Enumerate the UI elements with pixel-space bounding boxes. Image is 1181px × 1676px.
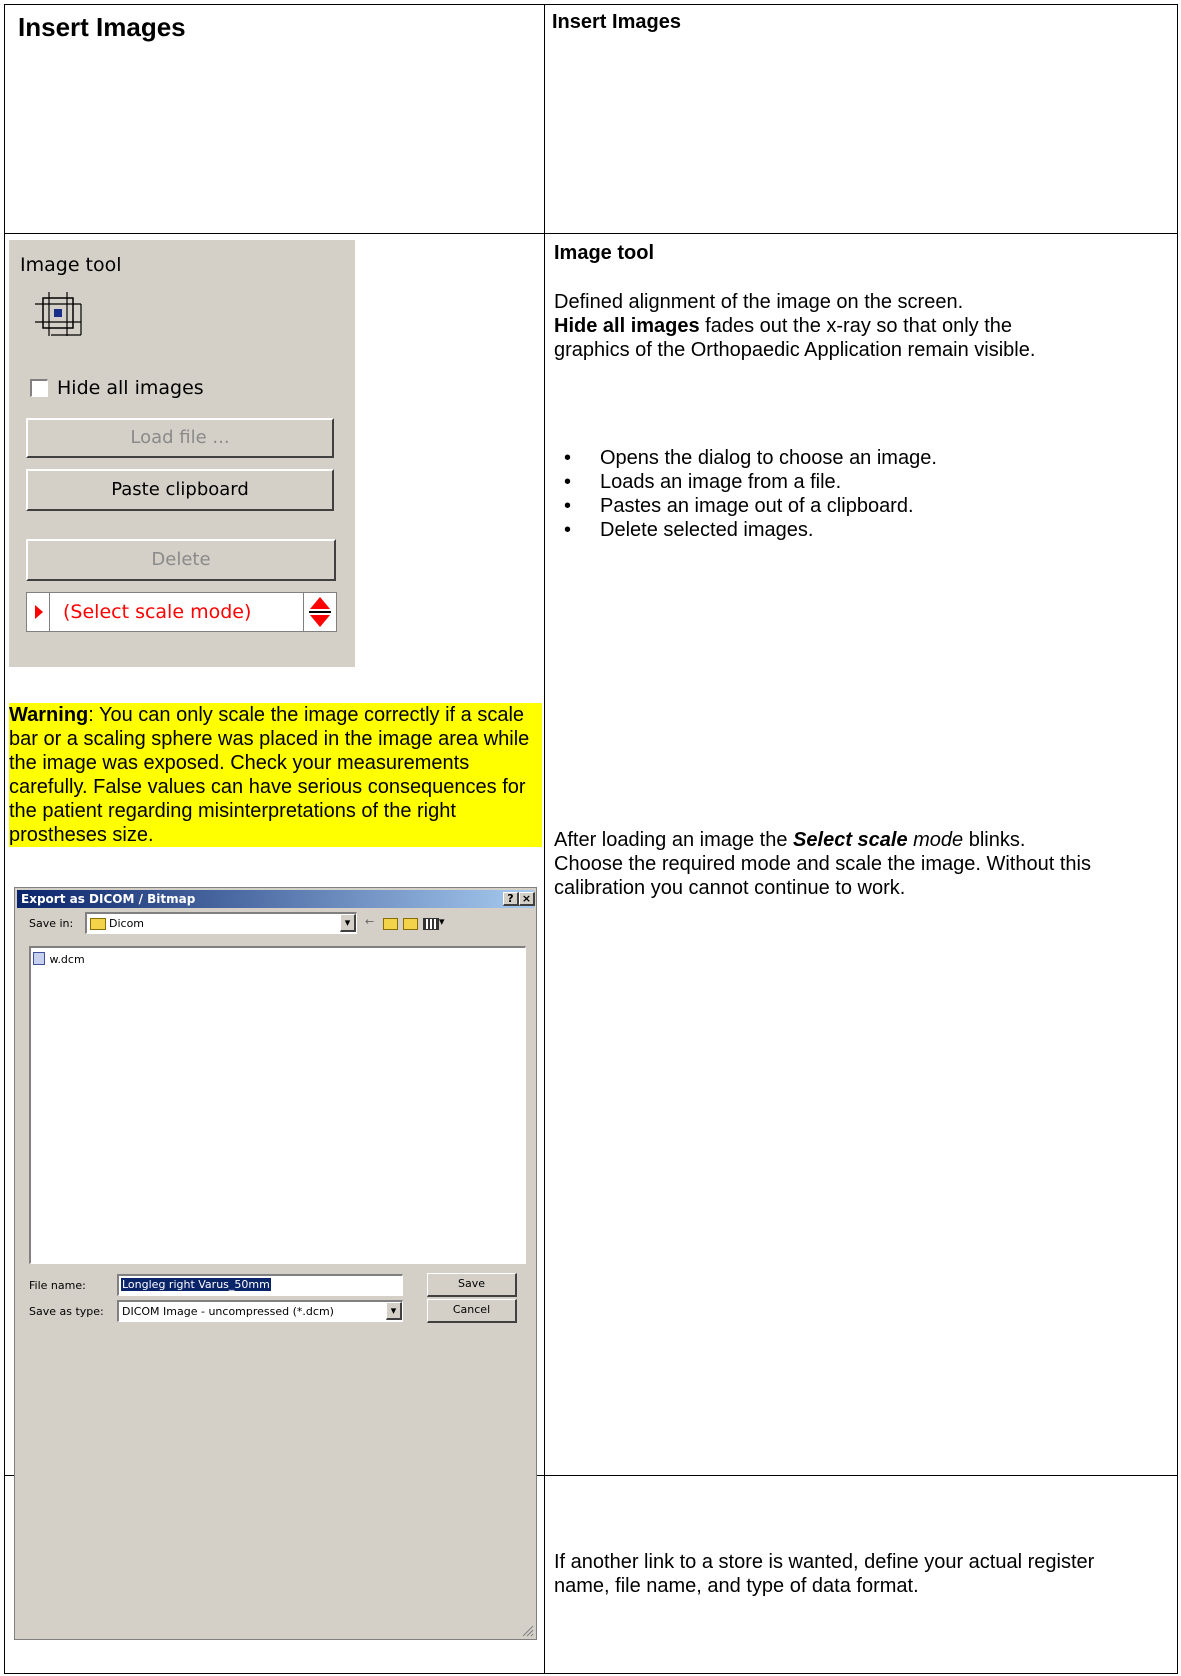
warning-label: Warning: [9, 704, 89, 726]
warning-note: Warning: You can only scale the image co…: [9, 703, 542, 847]
blinks-text: blinks.: [963, 829, 1026, 851]
storage-link-text: If another link to a store is wanted, de…: [554, 1551, 1095, 1597]
image-tool-title: Image tool: [20, 254, 122, 276]
export-dialog: Export as DICOM / Bitmap ? × Save in: Di…: [14, 887, 537, 1640]
scale-mode-label: (Select scale mode): [63, 601, 252, 623]
cancel-button[interactable]: Cancel: [427, 1299, 517, 1323]
dialog-title: Export as DICOM / Bitmap: [21, 892, 196, 906]
list-item: Pastes an image out of a clipboard.: [554, 494, 1074, 518]
warning-text: : You can only scale the image correctly…: [9, 704, 530, 846]
save-in-dropdown[interactable]: Dicom ▾: [85, 912, 357, 934]
delete-button[interactable]: Delete: [26, 539, 336, 581]
save-in-dropdown-arrow-icon[interactable]: ▾: [340, 914, 356, 932]
save-as-type-arrow-icon[interactable]: ▾: [386, 1302, 402, 1320]
scale-mode-spinner-icon[interactable]: [303, 593, 336, 631]
calibration-text: Choose the required mode and scale the i…: [554, 853, 1091, 899]
file-name-input[interactable]: Longleg right Varus_50mm: [117, 1274, 403, 1296]
save-as-type-label: Save as type:: [29, 1305, 104, 1318]
back-arrow-icon[interactable]: ←: [365, 915, 374, 928]
help-title-button[interactable]: ?: [503, 892, 519, 906]
view-menu-icon[interactable]: [423, 918, 439, 930]
load-file-button[interactable]: Load file ...: [26, 418, 334, 458]
folder-icon: [90, 918, 106, 930]
hide-all-images-checkbox[interactable]: [30, 379, 48, 397]
select-scale-term: Select scale: [793, 829, 908, 851]
save-as-type-dropdown[interactable]: DICOM Image - uncompressed (*.dcm) ▾: [117, 1300, 403, 1322]
scale-mode-description: After loading an image the Select scale …: [554, 828, 1114, 900]
list-item: Delete selected images.: [554, 518, 1074, 542]
file-item[interactable]: w.dcm: [33, 950, 85, 968]
file-name-label: File name:: [29, 1279, 86, 1292]
image-alignment-icon[interactable]: [33, 290, 85, 340]
file-list[interactable]: w.dcm: [29, 946, 526, 1264]
image-tool-heading: Image tool: [554, 242, 655, 264]
tool-function-list: Opens the dialog to choose an image. Loa…: [554, 446, 1074, 542]
image-tool-description: Defined alignment of the image on the sc…: [554, 290, 1069, 362]
after-loading-text: After loading an image the: [554, 829, 794, 851]
left-section-title: Insert Images: [18, 12, 186, 42]
save-as-type-value: DICOM Image - uncompressed (*.dcm): [122, 1305, 334, 1318]
dialog-titlebar: Export as DICOM / Bitmap: [17, 890, 534, 908]
paste-clipboard-button[interactable]: Paste clipboard: [26, 469, 334, 511]
hide-all-images-term: Hide all images: [554, 315, 700, 337]
up-folder-icon[interactable]: [383, 918, 398, 930]
scale-mode-selector[interactable]: (Select scale mode): [26, 592, 337, 632]
file-item-name: w.dcm: [49, 953, 85, 966]
save-in-value: Dicom: [109, 917, 145, 930]
new-folder-icon[interactable]: [403, 918, 418, 930]
document-page: Insert Images Insert Images Image tool H…: [0, 0, 1181, 1676]
save-button[interactable]: Save: [427, 1273, 517, 1297]
header-right-cell: [544, 4, 1178, 234]
alignment-text: Defined alignment of the image on the sc…: [554, 291, 964, 313]
scale-mode-play-icon[interactable]: [27, 593, 50, 631]
right-section-title: Insert Images: [552, 11, 681, 33]
resize-grip-icon[interactable]: [522, 1625, 534, 1637]
file-name-value: Longleg right Varus_50mm: [121, 1278, 271, 1291]
hide-all-images-label: Hide all images: [57, 377, 204, 399]
close-title-button[interactable]: ×: [519, 892, 535, 906]
list-item: Loads an image from a file.: [554, 470, 1074, 494]
mode-term: mode: [907, 829, 964, 851]
save-in-label: Save in:: [29, 917, 74, 930]
list-item: Opens the dialog to choose an image.: [554, 446, 1074, 470]
dicom-file-icon: [33, 952, 45, 966]
view-menu-arrow-icon[interactable]: ▾: [439, 915, 445, 928]
